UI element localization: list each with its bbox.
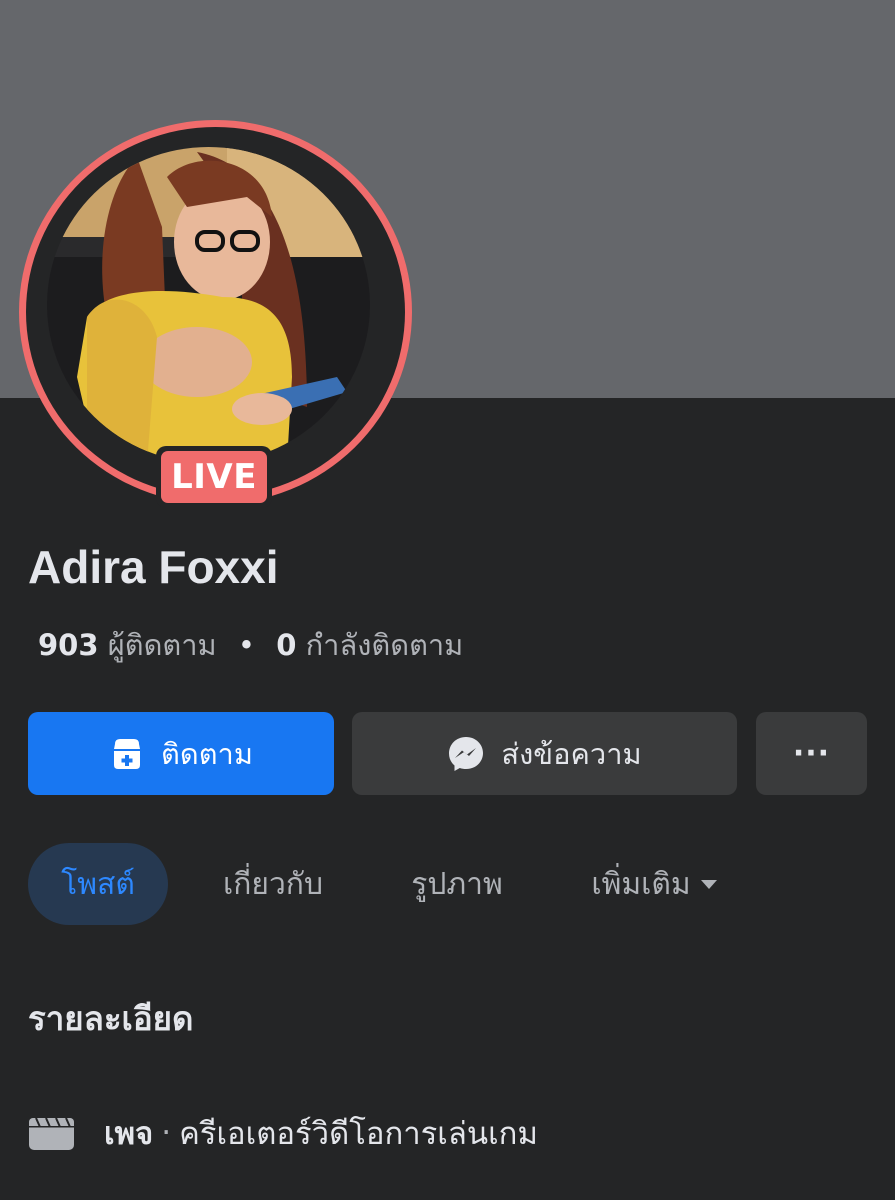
follow-page-icon	[109, 736, 145, 772]
following-count: 0	[276, 628, 297, 662]
caret-down-icon	[699, 878, 719, 890]
live-badge: LIVE	[156, 446, 272, 508]
tab-photos[interactable]: รูปภาพ	[403, 843, 511, 925]
more-options-button[interactable]: ···	[756, 712, 867, 795]
avatar-image	[47, 147, 370, 463]
message-button-label: ส่งข้อความ	[501, 736, 642, 771]
tab-posts[interactable]: โพสต์	[28, 843, 168, 925]
page-type-label: เพจ	[104, 1116, 154, 1152]
follow-button-label: ติดตาม	[161, 736, 253, 771]
more-options-icon: ···	[792, 736, 831, 771]
follow-button[interactable]: ติดตาม	[28, 712, 334, 795]
followers-label[interactable]: ผู้ติดตาม	[108, 628, 217, 662]
following-label[interactable]: กำลังติดตาม	[306, 628, 464, 662]
page-flag-icon	[28, 1115, 76, 1151]
follower-stats: 903 ผู้ติดตาม • 0 กำลังติดตาม	[38, 622, 463, 668]
messenger-icon	[447, 735, 485, 773]
tab-more[interactable]: เพิ่มเติม	[585, 843, 725, 925]
details-heading: รายละเอียด	[28, 999, 194, 1038]
avatar[interactable]	[47, 147, 370, 463]
profile-tabs: โพสต์ เกี่ยวกับ รูปภาพ เพิ่มเติม	[0, 843, 895, 925]
profile-page: LIVE Adira Foxxi 903 ผู้ติดตาม • 0 กำลัง…	[0, 0, 895, 1200]
tab-more-label: เพิ่มเติม	[591, 866, 691, 902]
followers-count: 903	[38, 628, 99, 662]
message-button[interactable]: ส่งข้อความ	[352, 712, 737, 795]
stats-separator: •	[237, 628, 255, 662]
profile-name: Adira Foxxi	[28, 541, 279, 593]
live-badge-label: LIVE	[161, 451, 267, 503]
detail-separator: ·	[161, 1115, 172, 1151]
page-category-row: เพจ · ครีเอเตอร์วิดีโอการเล่นเกม	[28, 1105, 538, 1161]
tab-about[interactable]: เกี่ยวกับ	[214, 843, 332, 925]
page-category: ครีเอเตอร์วิดีโอการเล่นเกม	[179, 1116, 538, 1152]
